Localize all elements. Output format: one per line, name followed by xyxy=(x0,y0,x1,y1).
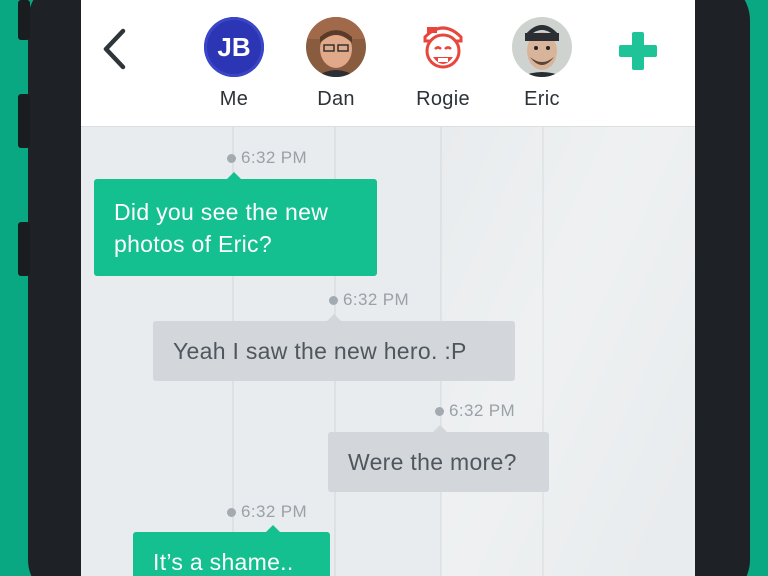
timeline-dot xyxy=(329,295,338,305)
message-bubble-other[interactable]: Yeah I saw the new hero. :P xyxy=(153,314,515,381)
volume-down-button xyxy=(18,222,30,276)
message-text: Yeah I saw the new hero. :P xyxy=(173,338,467,364)
plus-icon xyxy=(619,32,657,70)
timeline-dot xyxy=(435,406,444,416)
message-text: Were the more? xyxy=(348,449,517,475)
time-label: 6:32 PM xyxy=(241,148,308,167)
message-time: 6:32 PM xyxy=(435,401,515,421)
contact-dan[interactable]: Dan xyxy=(296,17,376,111)
message-bubble-self[interactable]: It’s a shame.. xyxy=(133,525,330,576)
volume-up-button xyxy=(18,94,30,148)
contact-rogie[interactable]: Rogie xyxy=(403,17,483,111)
eric-photo-icon xyxy=(512,17,572,77)
side-button xyxy=(18,0,30,40)
contact-label: Me xyxy=(219,88,249,110)
avatar xyxy=(413,17,473,77)
contacts-header: JB Me Dan Rogie Eric xyxy=(81,0,695,127)
add-contact-button[interactable] xyxy=(615,28,661,74)
message-time: 6:32 PM xyxy=(329,290,409,310)
message-text: It’s a shame.. xyxy=(153,549,294,575)
time-label: 6:32 PM xyxy=(449,401,516,420)
message-bubble-self[interactable]: Did you see the new photos of Eric? xyxy=(94,172,377,276)
time-label: 6:32 PM xyxy=(241,502,308,521)
time-label: 6:32 PM xyxy=(343,290,410,309)
rogie-illustration-icon xyxy=(423,26,463,69)
avatar-initials: JB xyxy=(217,31,251,62)
message-time: 6:32 PM xyxy=(227,502,307,522)
contact-label: Rogie xyxy=(416,88,470,110)
contact-label: Dan xyxy=(317,88,355,110)
avatar: JB xyxy=(204,17,264,77)
back-button[interactable] xyxy=(97,26,137,72)
contact-eric[interactable]: Eric xyxy=(502,17,582,111)
avatar xyxy=(306,17,366,77)
timeline-dot xyxy=(227,507,236,517)
dan-photo-icon xyxy=(306,17,366,77)
chevron-left-icon xyxy=(103,28,126,70)
message-text: Did you see the new photos of Eric? xyxy=(114,198,329,257)
timeline-dot xyxy=(227,153,236,163)
chat-screen: JB Me Dan Rogie Eric 6:32 PM Did you see… xyxy=(81,0,695,576)
avatar xyxy=(512,17,572,77)
contact-label: Eric xyxy=(524,88,560,110)
message-bubble-other[interactable]: Were the more? xyxy=(328,425,549,492)
message-time: 6:32 PM xyxy=(227,148,307,168)
contact-me[interactable]: JB Me xyxy=(194,17,274,111)
